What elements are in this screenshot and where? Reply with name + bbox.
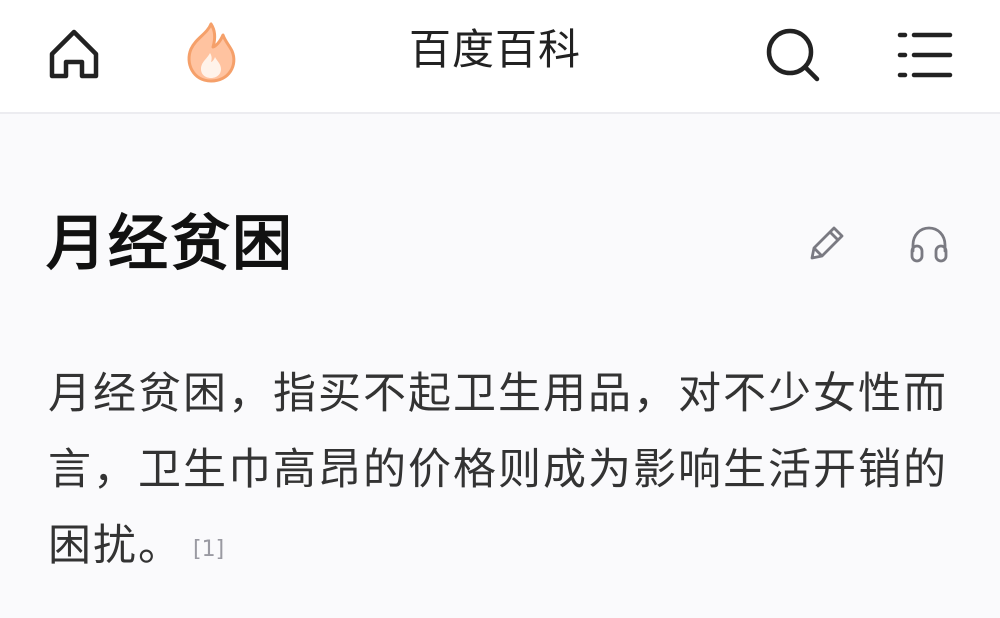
flame-icon [187, 22, 236, 83]
menu-icon [897, 32, 953, 78]
menu-button[interactable] [892, 22, 958, 88]
listen-button[interactable] [902, 218, 956, 270]
edit-button[interactable] [800, 218, 852, 270]
entry-content: 月经贫困 月经贫困，指买不起卫生用品，对不少女性而言，卫生巾高昂的价格则成为影响… [0, 114, 1000, 618]
page-title: 百度百科 [408, 25, 581, 74]
reference-link[interactable]: [1] [193, 537, 224, 562]
entry-summary: 月经贫困，指买不起卫生用品，对不少女性而言，卫生巾高昂的价格则成为影响生活开销的… [48, 356, 958, 584]
search-button[interactable] [760, 22, 826, 88]
home-button[interactable] [42, 22, 106, 86]
search-icon [766, 28, 820, 82]
hot-button[interactable] [178, 18, 244, 88]
entry-title: 月经贫困 [46, 209, 294, 279]
top-navigation-bar: 百度百科 [0, 0, 1000, 114]
home-icon [49, 29, 99, 79]
summary-text: 月经贫困，指买不起卫生用品，对不少女性而言，卫生巾高昂的价格则成为影响生活开销的… [48, 369, 948, 571]
headphones-icon [910, 226, 948, 263]
pencil-icon [810, 226, 844, 260]
